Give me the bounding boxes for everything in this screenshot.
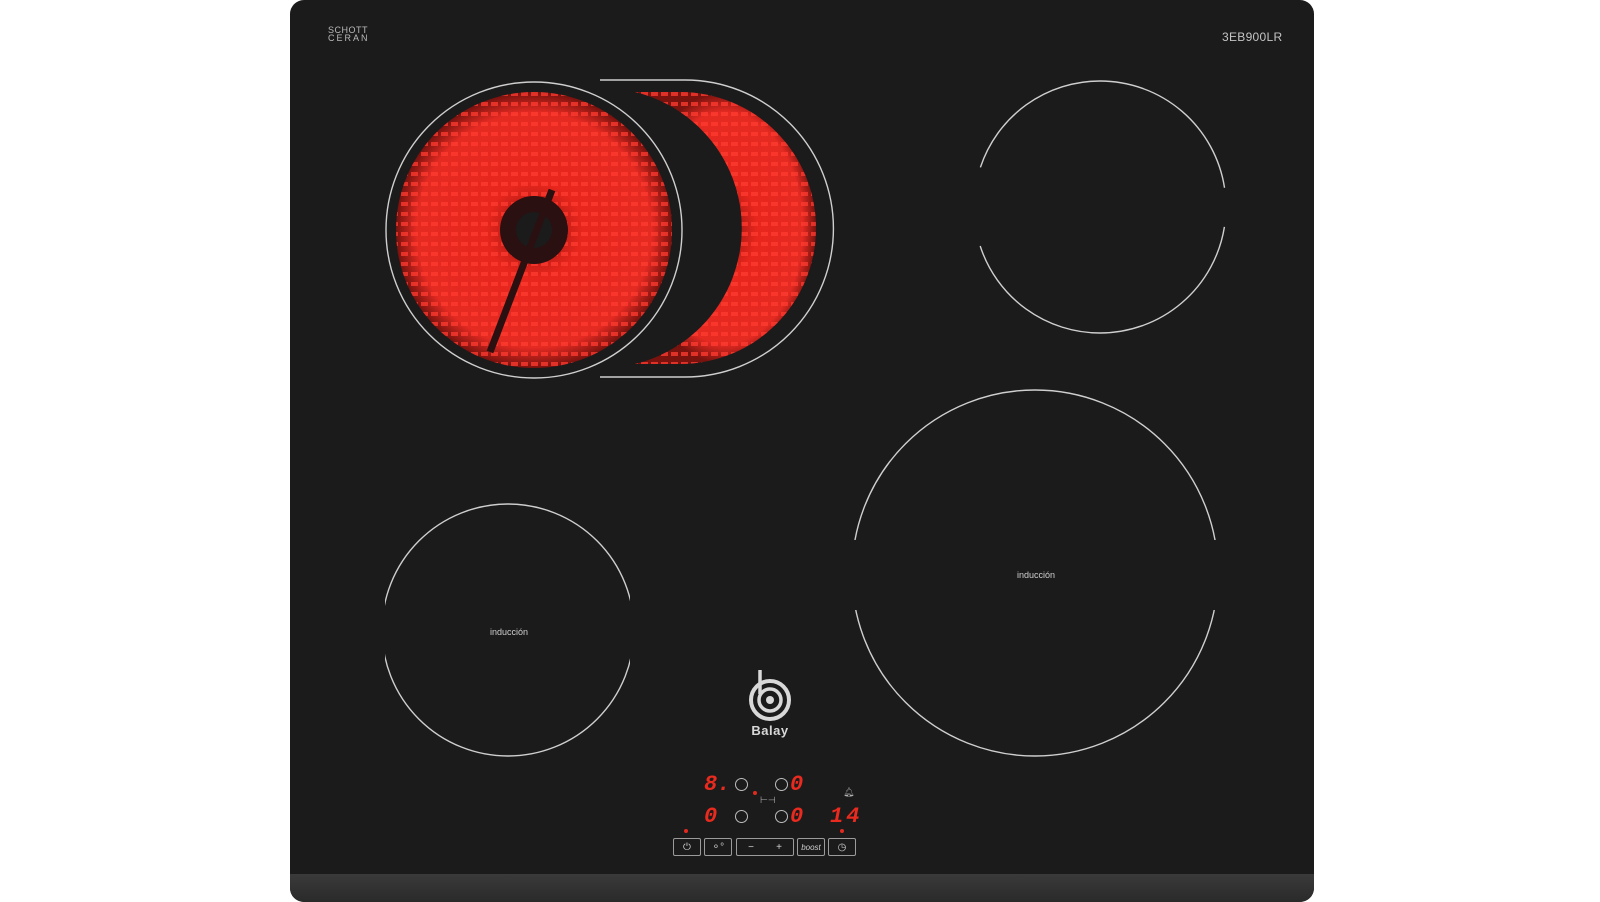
cooking-zones bbox=[375, 79, 1227, 757]
power-icon: ⏻ bbox=[683, 841, 691, 853]
display-top-mid: 0 bbox=[790, 772, 804, 797]
clock-icon: ◷ bbox=[837, 841, 847, 853]
bridge-icon: ⊢⊣ bbox=[760, 795, 776, 805]
balay-spiral-icon bbox=[749, 670, 791, 721]
top-right-zone bbox=[973, 80, 1227, 334]
zone-select-icon: ⚬° bbox=[711, 841, 725, 853]
zone-indicator-top-right[interactable] bbox=[775, 778, 788, 791]
power-indicator-dot bbox=[684, 829, 688, 833]
power-button[interactable]: ⏻ bbox=[673, 838, 701, 856]
display-bottom-mid: 0 bbox=[790, 804, 804, 829]
boost-button[interactable]: boost bbox=[797, 838, 825, 856]
zone-indicator-bottom-left[interactable] bbox=[735, 810, 748, 823]
zone-indicator-bottom-right[interactable] bbox=[775, 810, 788, 823]
display-top-left: 8. bbox=[704, 772, 731, 797]
zone-select-button[interactable]: ⚬° bbox=[704, 838, 732, 856]
right-induction-label: inducción bbox=[1017, 570, 1056, 580]
display-bottom-left: 0 bbox=[704, 804, 718, 829]
minus-plus-slider[interactable]: − + bbox=[736, 838, 794, 856]
timer-button[interactable]: ◷ bbox=[828, 838, 856, 856]
bell-icon: 🔔︎ bbox=[843, 787, 855, 797]
indicator-dot bbox=[753, 791, 757, 795]
left-induction-label: inducción bbox=[490, 627, 529, 637]
minus-button[interactable]: − bbox=[748, 842, 754, 853]
timer-indicator-dot bbox=[840, 829, 844, 833]
timer-display: 14 bbox=[830, 804, 863, 829]
zone-indicator-top-left[interactable] bbox=[735, 778, 748, 791]
plus-button[interactable]: + bbox=[776, 842, 782, 853]
cooktop-glass: SCHOTT CERAN 3EB900LR inducción inducció… bbox=[290, 0, 1314, 902]
balay-logo: Balay bbox=[734, 664, 806, 738]
